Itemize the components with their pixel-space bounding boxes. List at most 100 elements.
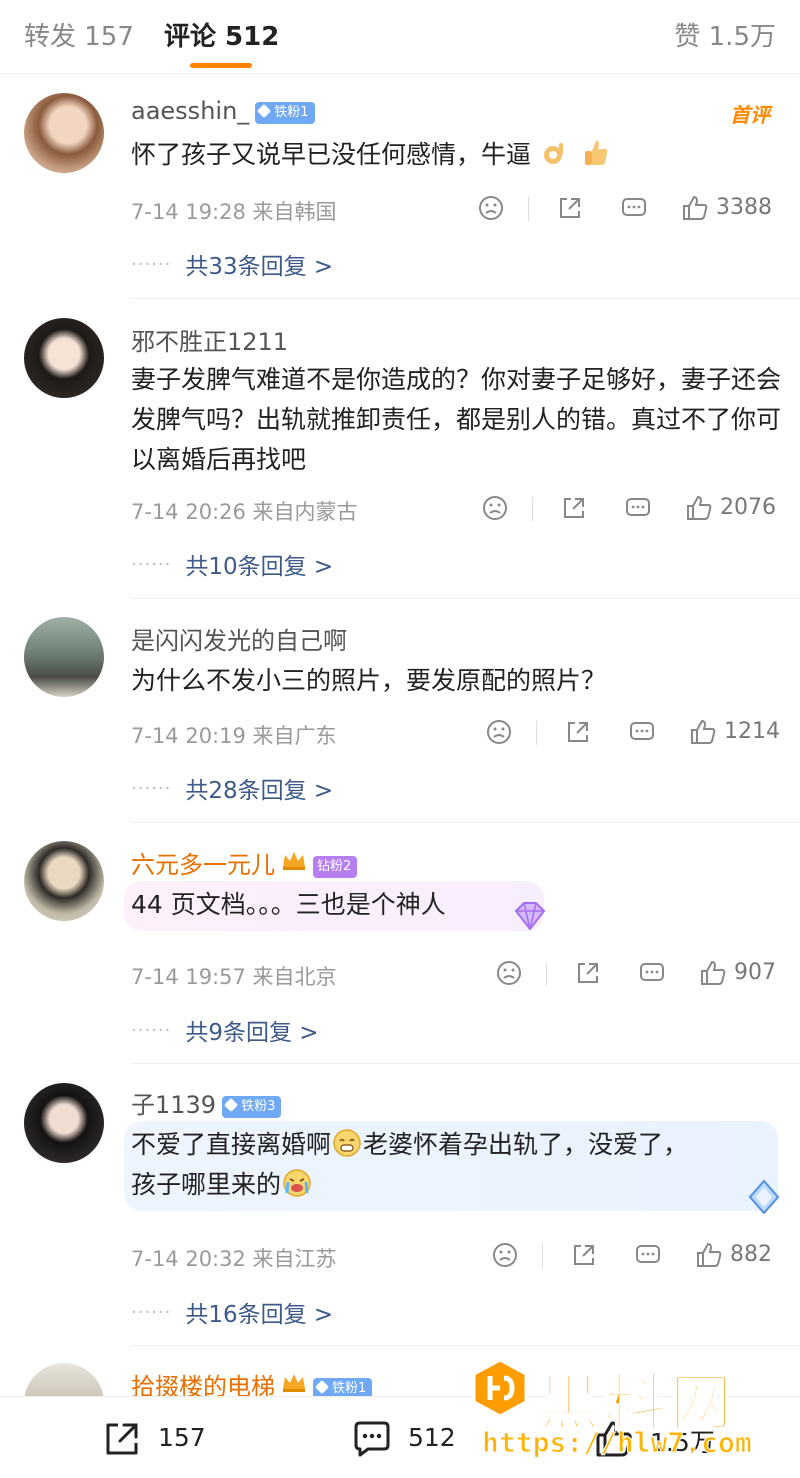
share-icon (106, 1423, 138, 1455)
replies-text: 共28条回复 > (185, 778, 334, 804)
dislike-button[interactable] (484, 717, 514, 747)
comment-tabs: 转发 157 评论 512 赞 1.5万 (0, 0, 800, 74)
repost-button[interactable] (569, 1240, 599, 1270)
view-replies-link[interactable]: ······ 共10条回复 > (131, 547, 333, 581)
comment-bubble-icon (630, 722, 654, 740)
dots-icon: ······ (131, 554, 172, 575)
username-text[interactable]: 六元多一元儿 (131, 851, 275, 879)
comment-location: 来自北京 (252, 965, 337, 989)
dislike-button[interactable] (490, 1240, 520, 1270)
repost-button[interactable] (563, 717, 593, 747)
comment-username[interactable]: 子1139 铁粉3 (131, 1085, 282, 1120)
repost-button[interactable] (555, 193, 585, 223)
share-icon (564, 498, 584, 518)
like-count: 907 (734, 960, 776, 985)
comment-location: 来自内蒙古 (252, 500, 358, 524)
view-replies-link[interactable]: ······ 共33条回复 > (131, 247, 333, 281)
repost-count: 157 (158, 1423, 206, 1452)
ok-hand-emoji-icon (543, 143, 563, 164)
view-replies-link[interactable]: ······ 共16条回复 > (131, 1295, 333, 1329)
comment-text-body: 怀了孩子又说早已没任何感情，牛逼 (131, 140, 532, 169)
active-tab-indicator (190, 63, 252, 68)
reply-button[interactable] (637, 958, 667, 988)
comment-divider (131, 598, 800, 599)
grin-emoji-icon (333, 1129, 361, 1157)
comment-meta: 7-14 20:19 来自广东 (131, 720, 337, 750)
username-text[interactable]: 子1139 (131, 1091, 216, 1119)
dots-icon: ······ (131, 1020, 172, 1041)
like-button[interactable] (698, 958, 728, 988)
badge-label: 铁粉3 (241, 1099, 276, 1114)
tab-likes[interactable]: 赞 1.5万 (674, 16, 776, 53)
username-text[interactable]: aaesshin_ (131, 97, 249, 125)
thumbs-up-icon (687, 495, 712, 520)
thumbs-up-icon (683, 195, 708, 220)
comment-meta: 7-14 20:26 来自内蒙古 (131, 496, 358, 526)
reply-button[interactable] (633, 1240, 663, 1270)
share-icon (568, 722, 588, 742)
comment-username[interactable]: 邪不胜正1211 (131, 322, 288, 357)
bottom-comment-button[interactable]: 512 (350, 1417, 470, 1461)
comment-divider (131, 1063, 800, 1064)
like-button[interactable] (680, 193, 710, 223)
comment-time: 7-14 19:28 (131, 200, 246, 224)
view-replies-link[interactable]: ······ 共9条回复 > (131, 1013, 319, 1047)
fan-badge[interactable]: 铁粉1 (255, 102, 315, 124)
reply-button[interactable] (619, 193, 649, 223)
comment-username[interactable]: 是闪闪发光的自己啊 (131, 621, 347, 656)
comment-username[interactable]: 六元多一元儿 钻粉2 (131, 845, 358, 880)
fan-badge[interactable]: 铁粉3 (222, 1096, 282, 1118)
comment-actions: 2076 (480, 493, 776, 529)
diamond-icon (224, 1097, 239, 1113)
avatar[interactable] (24, 93, 104, 173)
dots-icon: ······ (131, 254, 172, 275)
tab-repost[interactable]: 转发 157 (24, 16, 134, 53)
dislike-button[interactable] (480, 493, 510, 523)
comment-bubble-icon (626, 498, 650, 516)
avatar[interactable] (24, 318, 104, 398)
comment-time: 7-14 20:32 (131, 1247, 246, 1271)
reply-button[interactable] (623, 493, 653, 523)
share-icon (560, 198, 580, 218)
comment-text: 怀了孩子又说早已没任何感情，牛逼 (131, 135, 781, 175)
dots-icon: ······ (131, 778, 172, 799)
action-divider (542, 1244, 543, 1268)
comment-bubble-icon (622, 198, 646, 216)
comment-actions: 1214 (484, 717, 780, 753)
comment-location: 来自江苏 (252, 1247, 337, 1271)
comment-location: 来自广东 (252, 724, 337, 748)
comment-text-part: 不爱了直接离婚啊 (131, 1130, 332, 1159)
fan-badge[interactable]: 钻粉2 (313, 856, 358, 878)
comment-count: 512 (408, 1423, 456, 1452)
dislike-button[interactable] (494, 958, 524, 988)
action-divider (536, 721, 537, 745)
comment-location: 来自韩国 (252, 200, 337, 224)
comment-bubble-icon (640, 963, 664, 981)
repost-button[interactable] (573, 958, 603, 988)
watermark-url: https://hlw7.com (482, 1426, 753, 1460)
crown-icon (283, 1374, 305, 1392)
like-button[interactable] (688, 717, 718, 747)
avatar[interactable] (24, 617, 104, 697)
comment-username[interactable]: aaesshin_ 铁粉1 (131, 97, 315, 125)
view-replies-link[interactable]: ······ 共28条回复 > (131, 771, 333, 805)
comment-actions: 882 (490, 1240, 776, 1276)
like-button[interactable] (694, 1240, 724, 1270)
comment-text: 44 页文档。。。三也是个神人 (131, 890, 446, 919)
comment-time: 7-14 20:26 (131, 500, 246, 524)
avatar[interactable] (24, 841, 104, 921)
repost-button[interactable] (559, 493, 589, 523)
comment-divider (131, 298, 800, 299)
crown-icon (283, 852, 305, 870)
like-count: 1214 (724, 719, 780, 744)
badge-label: 铁粉1 (274, 105, 309, 120)
dislike-button[interactable] (476, 193, 506, 223)
tab-comments[interactable]: 评论 512 (164, 16, 279, 53)
reply-button[interactable] (627, 717, 657, 747)
comment-text-part: 孩子哪里来的 (131, 1170, 282, 1199)
bottom-repost-button[interactable]: 157 (100, 1417, 220, 1461)
frown-face-icon (493, 1243, 517, 1267)
avatar[interactable] (24, 1083, 104, 1163)
like-button[interactable] (684, 493, 714, 523)
diamond-icon (314, 1379, 330, 1395)
